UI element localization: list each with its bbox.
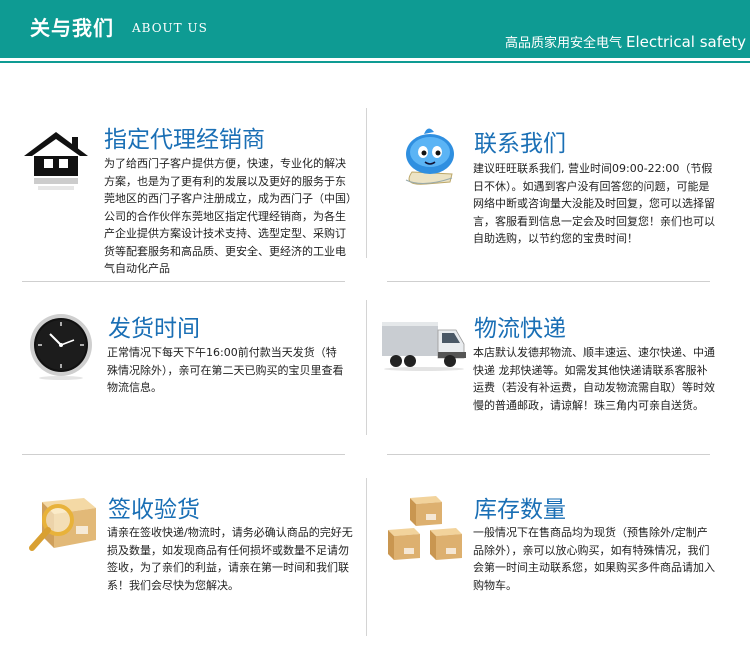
truck-icon [382, 322, 466, 371]
section-body: 请亲在签收快递/物流时，请务必确认商品的完好无损及数量，如发现商品有任何损坏或数… [107, 526, 353, 592]
header-title: 关与我们 [30, 16, 114, 40]
header-subtitle: ABOUT US [132, 21, 208, 35]
magnifier-box-icon [29, 498, 96, 551]
header-slogan: 高品质家用安全电气 Electrical safety [505, 32, 746, 51]
row-divider-right-2 [387, 454, 710, 455]
row-divider-left-1 [22, 281, 345, 282]
section-title: 物流快递 [474, 316, 566, 342]
house-icon [24, 132, 88, 190]
vertical-divider-2 [366, 300, 367, 435]
section-title: 联系我们 [474, 131, 566, 157]
section-title: 签收验货 [108, 497, 200, 523]
slogan-en: Electrical safety [626, 33, 746, 51]
section-title: 发货时间 [108, 316, 200, 342]
header-underline [0, 61, 750, 63]
section-body: 正常情况下每天下午16:00前付款当天发货（特殊情况除外），亲可在第二天已购买的… [107, 346, 344, 394]
clock-icon [30, 314, 92, 380]
boxes-icon [388, 496, 462, 560]
row-divider-right-1 [387, 281, 710, 282]
slogan-cn: 高品质家用安全电气 [504, 36, 622, 51]
header-banner: 关与我们 ABOUT US 高品质家用安全电气 Electrical safety [0, 0, 750, 58]
chat-mascot-icon [405, 128, 454, 185]
section-body: 本店默认发德邦物流、顺丰速运、速尔快递、中通快递 龙邦快递等。如需发其他快递请联… [473, 346, 715, 412]
section-title: 库存数量 [474, 497, 566, 523]
section-body: 一般情况下在售商品均为现货（预售除外/定制产品除外），亲可以放心购买，如有特殊情… [473, 526, 715, 592]
section-body: 建议旺旺联系我们, 营业时间09:00-22:00（节假日不休）。如遇到客户没有… [473, 162, 715, 245]
vertical-divider-1 [366, 108, 367, 258]
row-divider-left-2 [22, 454, 345, 455]
section-title: 指定代理经销商 [104, 127, 265, 153]
section-body: 为了给西门子客户提供方便，快速，专业化的解决方案，也是为了更有利的发展以及更好的… [104, 157, 352, 275]
vertical-divider-3 [366, 478, 367, 636]
